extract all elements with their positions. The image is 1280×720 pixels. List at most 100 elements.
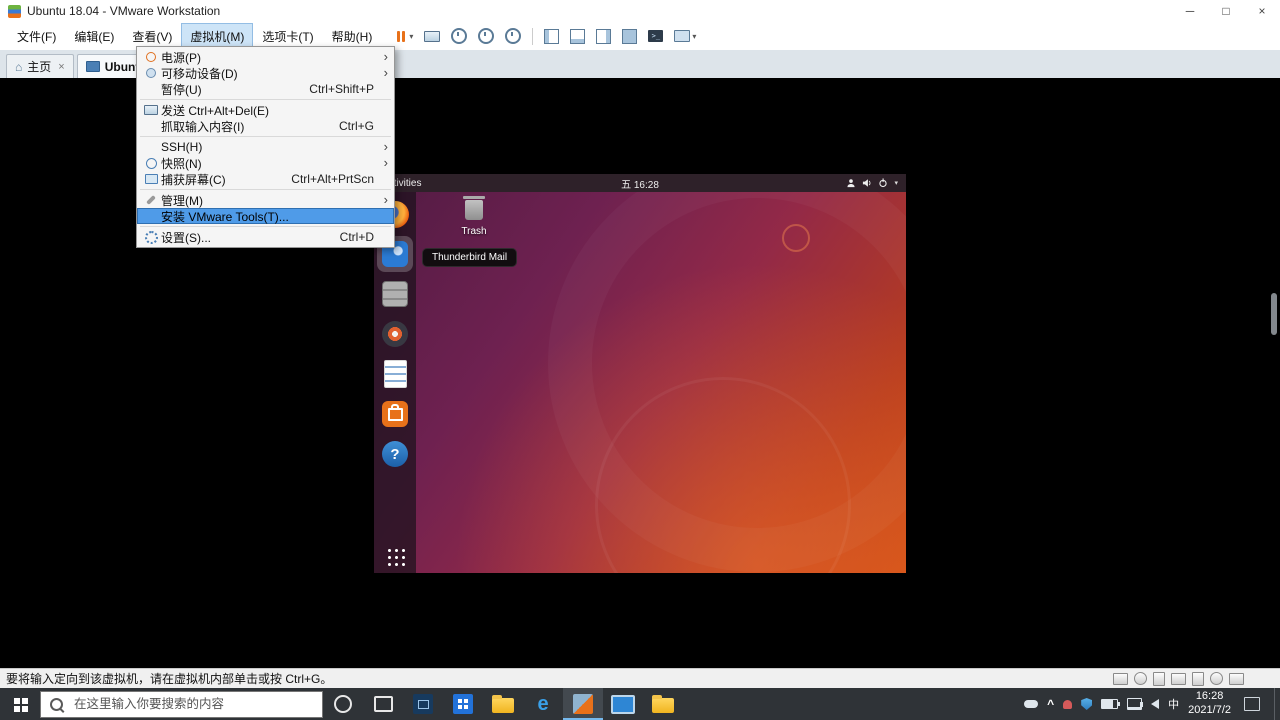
- menu-file[interactable]: 文件(F): [8, 23, 65, 50]
- menu-item-send-ctrl-alt-del[interactable]: 发送 Ctrl+Alt+Del(E): [137, 102, 394, 118]
- menu-item-ssh[interactable]: SSH(H) ›: [137, 139, 394, 155]
- dock-item-files[interactable]: [377, 276, 413, 312]
- window-title: Ubuntu 18.04 - VMware Workstation: [27, 4, 221, 18]
- show-applications-icon[interactable]: [385, 546, 405, 566]
- menu-item-settings[interactable]: 设置(S)... Ctrl+D: [137, 229, 394, 245]
- taskbar-app-button[interactable]: [443, 688, 483, 720]
- taskbar-vmware-button[interactable]: [563, 688, 603, 720]
- toolbar: ▾ >_ ▾: [397, 27, 696, 45]
- suspend-caret-icon[interactable]: ▾: [409, 32, 413, 41]
- close-button[interactable]: ×: [1244, 0, 1280, 22]
- show-thumbnail-bar-button[interactable]: [570, 28, 586, 44]
- battery-icon[interactable]: [1101, 699, 1121, 709]
- rhythmbox-icon: [382, 321, 408, 347]
- ubuntu-clock[interactable]: 五 16:28: [374, 176, 906, 191]
- show-library-button[interactable]: [544, 28, 560, 44]
- dock-item-libreoffice-writer[interactable]: [377, 356, 413, 392]
- taskbar-search[interactable]: [40, 690, 323, 718]
- status-message: 要将输入定向到该虚拟机，请在虚拟机内部单击或按 Ctrl+G。: [6, 672, 333, 686]
- start-button[interactable]: [0, 688, 40, 720]
- search-input[interactable]: [72, 696, 313, 712]
- app-grid-icon: [453, 694, 473, 714]
- menu-item-install-vmware-tools[interactable]: 安装 VMware Tools(T)...: [137, 208, 394, 224]
- monitor-icon: [674, 30, 691, 42]
- submenu-arrow-icon: ›: [383, 65, 388, 80]
- fullscreen-button[interactable]: [622, 28, 638, 44]
- volume-icon: [863, 179, 871, 187]
- printer-icon[interactable]: [1229, 672, 1244, 685]
- system-tray: ^ 中 16:28 2021/7/2: [1024, 688, 1280, 720]
- submenu-arrow-icon: ›: [383, 192, 388, 207]
- keyboard-icon: [141, 105, 161, 115]
- taskbar-folder-button[interactable]: [643, 688, 683, 720]
- hard-disk-icon[interactable]: [1113, 672, 1128, 685]
- menu-separator: [140, 99, 391, 100]
- menu-item-snapshot[interactable]: 快照(N) ›: [137, 155, 394, 171]
- trash-icon: [463, 196, 485, 220]
- minimize-button[interactable]: ─: [1172, 0, 1208, 22]
- tab-home[interactable]: ⌂ 主页 ×: [6, 54, 74, 78]
- menu-separator: [140, 189, 391, 190]
- ubuntu-guest-screen[interactable]: Activities 五 16:28 ▾ ? Trash Thunderbird…: [374, 174, 906, 573]
- menu-item-pause[interactable]: 暂停(U) Ctrl+Shift+P: [137, 81, 394, 97]
- tray-clock[interactable]: 16:28 2021/7/2: [1188, 690, 1231, 718]
- suspend-button[interactable]: ▾: [397, 30, 413, 42]
- monitor-app-icon: [611, 694, 635, 714]
- usb-icon[interactable]: [1192, 671, 1204, 686]
- console-view-button[interactable]: [596, 28, 612, 44]
- task-view-icon: [373, 696, 393, 712]
- ubuntu-software-icon: [382, 401, 408, 427]
- trash-label: Trash: [461, 226, 487, 237]
- display-mode-button[interactable]: ▾: [674, 30, 696, 42]
- dock-item-rhythmbox[interactable]: [377, 316, 413, 352]
- task-view-button[interactable]: [363, 688, 403, 720]
- taskbar-monitor-app-button[interactable]: [603, 688, 643, 720]
- ubuntu-system-tray[interactable]: ▾: [846, 178, 898, 188]
- dock-item-ubuntu-software[interactable]: [377, 396, 413, 432]
- store-icon: [413, 694, 433, 714]
- vm-dropdown-menu: 电源(P) › 可移动设备(D) › 暂停(U) Ctrl+Shift+P 发送…: [136, 46, 395, 248]
- floppy-icon[interactable]: [1153, 671, 1165, 686]
- submenu-arrow-icon: ›: [383, 49, 388, 64]
- menu-item-grab-input[interactable]: 抓取输入内容(I) Ctrl+G: [137, 118, 394, 134]
- tab-close-icon[interactable]: ×: [58, 61, 64, 73]
- cdrom-icon[interactable]: [1134, 672, 1147, 685]
- show-desktop-button[interactable]: [1274, 688, 1280, 720]
- menu-edit[interactable]: 编辑(E): [65, 23, 123, 50]
- taskbar-explorer-button[interactable]: [483, 688, 523, 720]
- trash-desktop-icon[interactable]: Trash: [446, 196, 502, 237]
- dock-item-help[interactable]: ?: [377, 436, 413, 472]
- maximize-button[interactable]: □: [1208, 0, 1244, 22]
- libreoffice-writer-icon: [383, 360, 407, 388]
- menu-item-capture-screen[interactable]: 捕获屏幕(C) Ctrl+Alt+PrtScn: [137, 171, 394, 187]
- wrench-icon: [141, 195, 161, 205]
- taskbar-edge-button[interactable]: e: [523, 688, 563, 720]
- dock-tooltip: Thunderbird Mail: [422, 248, 518, 267]
- tray-time: 16:28: [1195, 690, 1224, 703]
- revert-snapshot-button[interactable]: [478, 28, 495, 44]
- defender-shield-icon[interactable]: [1081, 698, 1093, 710]
- notification-center-button[interactable]: [1244, 697, 1260, 711]
- taskbar-store-button[interactable]: [403, 688, 443, 720]
- speaker-icon[interactable]: [1140, 699, 1160, 709]
- window-controls: ─ □ ×: [1172, 0, 1280, 22]
- network-adapter-icon[interactable]: [1171, 672, 1186, 685]
- scrollbar-thumb[interactable]: [1271, 293, 1277, 335]
- folder-icon: [652, 695, 674, 713]
- cortana-button[interactable]: [323, 688, 363, 720]
- onedrive-icon[interactable]: [1024, 700, 1039, 708]
- send-ctrl-alt-del-button[interactable]: [424, 30, 441, 42]
- menu-item-removable-devices[interactable]: 可移动设备(D) ›: [137, 65, 394, 81]
- menu-item-manage[interactable]: 管理(M) ›: [137, 192, 394, 208]
- vmware-icon: [573, 694, 593, 714]
- take-snapshot-button[interactable]: [451, 28, 468, 44]
- snapshot-manager-button[interactable]: [505, 28, 522, 44]
- console-icon[interactable]: >_: [648, 30, 664, 42]
- tray-expand-icon[interactable]: ^: [1047, 697, 1054, 711]
- sound-icon[interactable]: [1210, 672, 1223, 685]
- gear-icon: [141, 230, 161, 244]
- display-mode-caret-icon: ▾: [692, 31, 697, 41]
- user-status-icon[interactable]: [1063, 699, 1073, 709]
- menu-item-power[interactable]: 电源(P) ›: [137, 49, 394, 65]
- input-method-indicator[interactable]: 中: [1168, 696, 1179, 712]
